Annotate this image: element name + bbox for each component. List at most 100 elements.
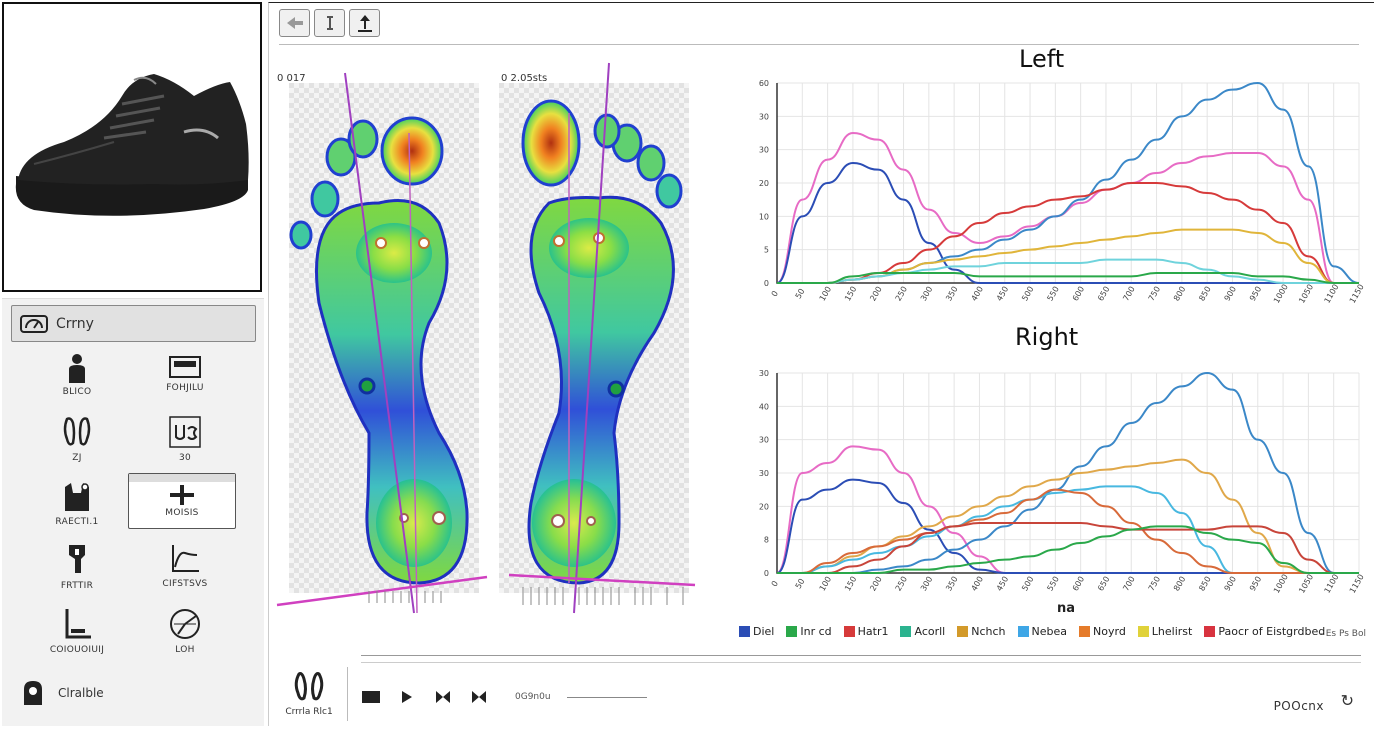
product-image — [2, 2, 262, 292]
legend-label: Inr cd — [800, 625, 832, 638]
left-chart-title: Left — [1019, 45, 1065, 73]
x-tick-label: 50 — [794, 287, 807, 300]
legend-item: Acorll — [900, 625, 945, 638]
plate-icon — [169, 356, 201, 378]
back-button[interactable] — [279, 9, 310, 37]
legend-label: Lhelirst — [1151, 625, 1193, 638]
x-tick-label: 0 — [770, 289, 780, 298]
y-tick-label: 20 — [759, 179, 769, 188]
tool-label: FOHJILU — [166, 383, 204, 393]
series-line — [776, 522, 1359, 574]
tool-zj[interactable]: ZJ — [22, 411, 132, 469]
plus-icon — [170, 485, 194, 505]
clinic-label: Clralble — [58, 686, 104, 700]
tool-selected-bar — [129, 474, 235, 482]
tool-loh[interactable]: LOH — [130, 603, 240, 661]
feet-view-button[interactable]: Crrrla Rlc1 — [277, 671, 341, 717]
x-tick-label: 700 — [1121, 575, 1136, 593]
legend-swatch — [1079, 626, 1091, 637]
curve-icon — [172, 545, 199, 572]
legend-item: Inr cd — [786, 625, 832, 638]
legend-item: Nchch — [957, 625, 1006, 638]
info-button[interactable] — [314, 9, 345, 37]
step-forward-button[interactable] — [469, 687, 489, 707]
tool-panel: Crrny BLICO FOHJILU ZJ 30 RAECTI.1 MOISI… — [2, 298, 264, 726]
legend-item: Hatr1 — [843, 625, 888, 638]
scrub-slider[interactable] — [566, 696, 647, 698]
tool-raecti[interactable]: RAECTI.1 — [22, 475, 132, 533]
series-line — [776, 258, 1359, 284]
toolbar — [279, 9, 380, 37]
y-tick-label: 30 — [759, 112, 769, 121]
x-tick-label: 150 — [843, 285, 858, 303]
upload-button[interactable] — [349, 9, 380, 37]
clinic-button[interactable]: Clralble — [20, 679, 104, 707]
tool-moisis[interactable]: MOISIS — [128, 473, 236, 529]
x-tick-label: 650 — [1096, 575, 1111, 593]
legend-label: Nchch — [971, 625, 1006, 638]
back-arrow-icon — [286, 17, 303, 29]
x-tick-label: 300 — [919, 575, 934, 593]
stop-icon — [362, 691, 380, 703]
category-selector[interactable]: Crrny — [11, 305, 256, 342]
x-tick-label: 0 — [770, 579, 780, 588]
foot-pressure-svg — [276, 62, 696, 614]
refresh-icon[interactable]: ↻ — [1341, 691, 1354, 710]
step-back-button[interactable] — [433, 687, 453, 707]
series-line — [776, 478, 1359, 574]
legend-item: Lhelirst — [1137, 625, 1193, 638]
tool-frttir[interactable]: FRTTIR — [22, 539, 132, 597]
x-tick-label: 750 — [1147, 285, 1162, 303]
x-tick-label: 900 — [1223, 575, 1238, 593]
l-bracket-icon — [65, 609, 91, 639]
tool-label: CIFSTSVS — [162, 579, 208, 589]
x-tick-label: 1050 — [1297, 283, 1315, 305]
tool-30[interactable]: 30 — [130, 411, 240, 469]
play-button[interactable] — [397, 687, 417, 707]
x-tick-label: 800 — [1172, 285, 1187, 303]
timeline-track[interactable] — [361, 655, 1361, 656]
y-tick-label: 8 — [764, 536, 769, 545]
x-tick-label: 550 — [1045, 285, 1060, 303]
tool-blico[interactable]: BLICO — [22, 349, 132, 407]
footprints-icon — [63, 417, 91, 446]
stop-button[interactable] — [361, 687, 381, 707]
legend-label: Diel — [753, 625, 775, 638]
x-tick-label: 850 — [1197, 575, 1212, 593]
tool-label: LOH — [175, 645, 195, 655]
y-tick-label: 20 — [759, 502, 769, 511]
3d-foot-icon — [169, 416, 201, 448]
tool-label: COIOUOIUIJ — [49, 645, 105, 655]
legend-swatch — [843, 626, 855, 637]
x-tick-label: 1050 — [1297, 573, 1315, 595]
y-tick-label: 10 — [759, 212, 769, 221]
x-tick-label: 350 — [944, 575, 959, 593]
tool-fohjilu[interactable]: FOHJILU — [130, 349, 240, 407]
tool-coioui[interactable]: COIOUOIUIJ — [22, 603, 132, 661]
x-tick-label: 100 — [818, 575, 833, 593]
play-icon — [402, 691, 412, 703]
x-tick-label: 200 — [868, 575, 883, 593]
toolbar-divider — [279, 44, 1359, 45]
gauge-icon — [170, 609, 200, 639]
legend-swatch — [1017, 626, 1029, 637]
position-label: POOcnx — [1273, 699, 1324, 713]
right-chart-title: Right — [1015, 323, 1079, 351]
x-tick-label: 1000 — [1272, 283, 1290, 305]
tool-cifstsvs[interactable]: CIFSTSVS — [130, 539, 240, 597]
player-separator — [347, 667, 348, 721]
x-tick-label: 1100 — [1323, 283, 1341, 305]
y-tick-label: 0 — [764, 569, 769, 578]
series-line — [776, 182, 1359, 284]
x-tick-label: 500 — [1020, 285, 1035, 303]
y-tick-label: 0 — [764, 279, 769, 288]
x-tick-label: 900 — [1223, 285, 1238, 303]
legend-swatch — [1204, 626, 1216, 637]
x-tick-label: 800 — [1172, 575, 1187, 593]
x-tick-label: 250 — [894, 575, 909, 593]
x-tick-label: 350 — [944, 285, 959, 303]
legend-swatch — [900, 626, 912, 637]
left-force-chart: 0510203030600 50 100 150 200 250 300 350 400 450 5… — [759, 79, 1366, 305]
tool-label: ZJ — [72, 453, 82, 463]
info-icon — [326, 16, 333, 30]
